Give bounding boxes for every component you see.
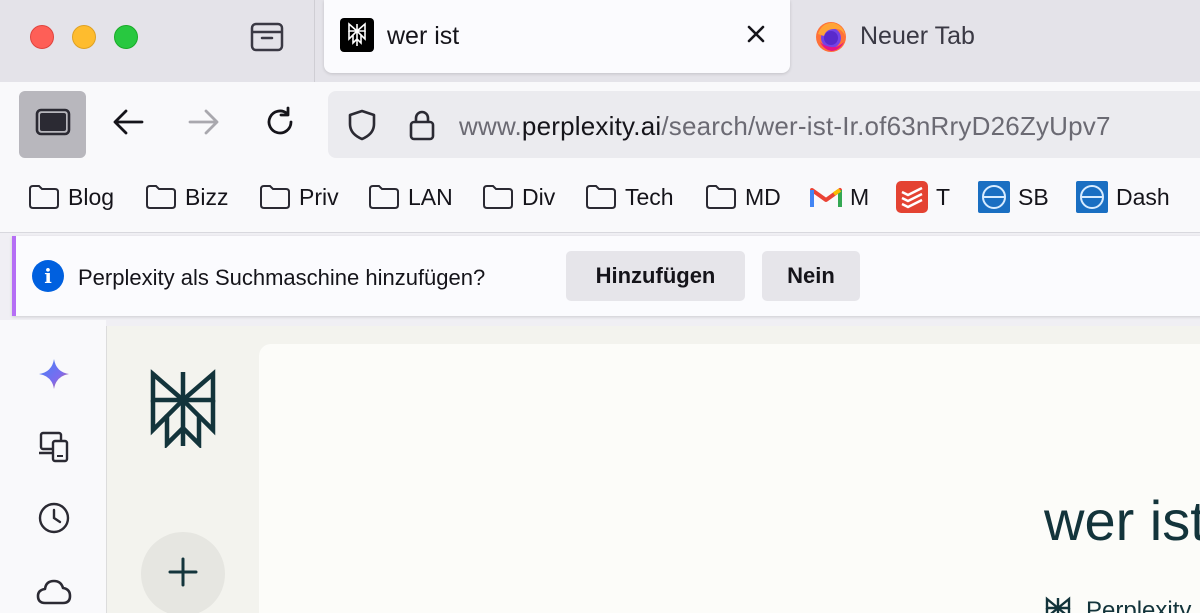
bookmark-label: Priv [299,183,339,210]
bookmark-bizz[interactable]: Bizz [145,182,228,212]
tab-title: wer ist [387,22,460,50]
folder-icon [145,182,179,212]
tab-separator [314,0,315,82]
bookmark-todoist[interactable]: T [896,181,951,213]
bookmark-dash[interactable]: Dash [1076,181,1170,213]
bookmark-tech[interactable]: Tech [585,182,674,212]
forward-button[interactable] [180,100,228,148]
info-icon: i [32,260,64,292]
bookmark-lan[interactable]: LAN [368,182,453,212]
browser-window: wer ist Neuer Tab www.perplexity.ai/sear… [0,0,1200,613]
folder-icon [259,182,293,212]
decline-button[interactable]: Nein [762,251,860,301]
tab-wer-ist[interactable]: wer ist [324,0,790,73]
bookmark-gmail[interactable]: M [810,182,869,212]
perplexity-icon [340,18,374,52]
lock-icon[interactable] [402,105,442,145]
ai-chatbot-button[interactable] [34,356,74,396]
query-title: wer ist [1044,489,1200,552]
plus-icon [167,556,199,593]
arrow-right-icon [187,107,221,142]
url-prefix: www. [459,111,522,141]
reload-button[interactable] [256,100,304,148]
source-label: Perplexity [1086,597,1192,613]
folder-icon [585,182,619,212]
address-bar[interactable]: www.perplexity.ai/search/wer-ist-Ir.of63… [328,91,1200,158]
search-engine-notification: i Perplexity als Suchmaschine hinzufügen… [12,236,1200,316]
bookmark-priv[interactable]: Priv [259,182,339,212]
close-icon [746,24,766,49]
tab-bar: wer ist Neuer Tab [0,0,1200,82]
bookmark-label: Blog [68,183,115,210]
bookmark-label: Bizz [185,183,229,210]
answer-source-row: Perplexity [1044,596,1191,613]
bookmark-md[interactable]: MD [705,182,781,212]
reload-icon [263,105,297,144]
cloud-button[interactable] [34,574,74,613]
perplexity-logo-icon[interactable] [147,368,219,450]
navigation-bar: www.perplexity.ai/search/wer-ist-Ir.of63… [0,82,1200,170]
minimize-window-button[interactable] [72,25,96,49]
tab-neuer-tab[interactable]: Neuer Tab [812,0,1200,73]
sidebar-icon [35,108,71,141]
bookmark-label: M [850,183,870,210]
thread-card: wer ist Perplexity [259,344,1200,613]
synced-tabs-button[interactable] [34,428,74,468]
sparkle-icon [37,357,71,396]
url-path: /search/wer-ist-Ir.of63nRryD26ZyUpv7 [661,111,1111,141]
firefox-icon [814,20,848,54]
bookmark-label: SB [1018,183,1049,210]
bookmark-blog[interactable]: Blog [28,182,114,212]
shield-icon[interactable] [342,105,382,145]
bookmark-div[interactable]: Div [482,182,555,212]
folder-icon [705,182,739,212]
bookmark-label: Dash [1116,183,1170,210]
bookmark-sb[interactable]: SB [978,181,1049,213]
todoist-icon [896,181,930,213]
bookmark-label: MD [745,183,781,210]
page-content: wer ist Perplexity [106,326,1200,613]
tab-title: Neuer Tab [860,22,975,50]
cloud-icon [36,577,72,612]
bookmark-label: T [936,183,951,210]
folder-icon [368,182,402,212]
new-thread-button[interactable] [141,532,225,613]
url-domain: perplexity.ai [521,111,662,141]
back-button[interactable] [104,100,152,148]
browser-sidebar [0,320,106,613]
close-window-button[interactable] [30,25,54,49]
bookmark-label: Tech [625,183,674,210]
clock-icon [37,501,71,540]
arrow-left-icon [111,107,145,142]
folder-icon [482,182,516,212]
tab-close-button[interactable] [738,18,774,54]
sidebar-toggle-button[interactable] [19,91,86,158]
history-button[interactable] [34,500,74,540]
url-text[interactable]: www.perplexity.ai/search/wer-ist-Ir.of63… [459,111,1111,142]
sb-icon [978,181,1012,213]
bookmarks-bar: Blog Bizz Priv LAN Div Tech MD M T SB Da… [0,170,1200,233]
dash-icon [1076,181,1110,213]
bookmark-label: LAN [408,183,453,210]
synced-devices-icon [37,429,71,468]
folder-icon [28,182,62,212]
maximize-window-button[interactable] [114,25,138,49]
tab-overview-icon [250,20,284,57]
perplexity-small-icon [1044,596,1072,613]
add-search-engine-button[interactable]: Hinzufügen [566,251,745,301]
tab-overview-button[interactable] [246,18,288,58]
notification-message: Perplexity als Suchmaschine hinzufügen? [78,265,486,290]
gmail-icon [810,182,844,212]
bookmark-label: Div [522,183,556,210]
